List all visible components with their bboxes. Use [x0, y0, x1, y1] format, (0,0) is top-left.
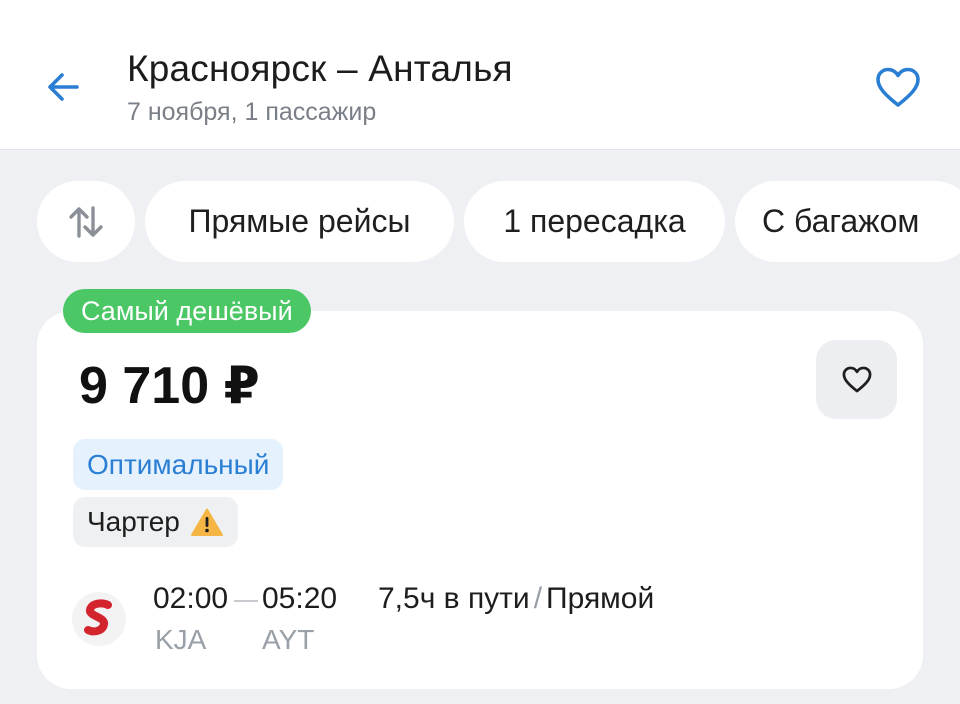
filter-chip-baggage[interactable]: С багажом [735, 181, 960, 262]
flight-duration: 7,5ч в пути [378, 582, 530, 615]
optimal-tag: Оптимальный [73, 439, 284, 490]
sort-button[interactable] [37, 181, 135, 262]
departure-time: 02:00 [153, 582, 229, 615]
flight-price: 9 710 ₽ [79, 357, 260, 415]
duration-separator: / [533, 582, 543, 615]
arrow-left-icon [48, 73, 79, 101]
card-favorite-button[interactable] [816, 340, 897, 419]
page-title: Красноярск – Анталья [127, 48, 513, 89]
favorite-button[interactable] [868, 58, 928, 118]
filter-bar: Прямые рейсы 1 пересадка С багажом [0, 181, 960, 262]
heart-icon [876, 67, 920, 107]
time-divider [234, 600, 258, 602]
page-subtitle: 7 ноября, 1 пассажир [127, 98, 377, 126]
sort-arrows-icon [69, 205, 103, 238]
filter-chip-one-stop[interactable]: 1 пересадка [464, 181, 725, 262]
app-header: Красноярск – Анталья 7 ноября, 1 пассажи… [0, 0, 960, 150]
airline-logo-icon [72, 592, 126, 646]
cheapest-badge: Самый дешёвый [63, 289, 311, 333]
charter-tag: Чартер [73, 497, 238, 547]
heart-icon [842, 366, 871, 392]
flight-duration-info: 7,5ч в пути / Прямой [378, 582, 654, 616]
flight-type: Прямой [546, 582, 655, 615]
warning-icon [190, 508, 223, 536]
filter-chip-direct[interactable]: Прямые рейсы [145, 181, 454, 262]
arrival-time: 05:20 [262, 582, 338, 615]
charter-tag-label: Чартер [87, 506, 180, 537]
back-button[interactable] [36, 60, 90, 114]
arrival-airport-code: AYT [262, 624, 315, 655]
departure-airport-code: KJA [155, 624, 207, 655]
